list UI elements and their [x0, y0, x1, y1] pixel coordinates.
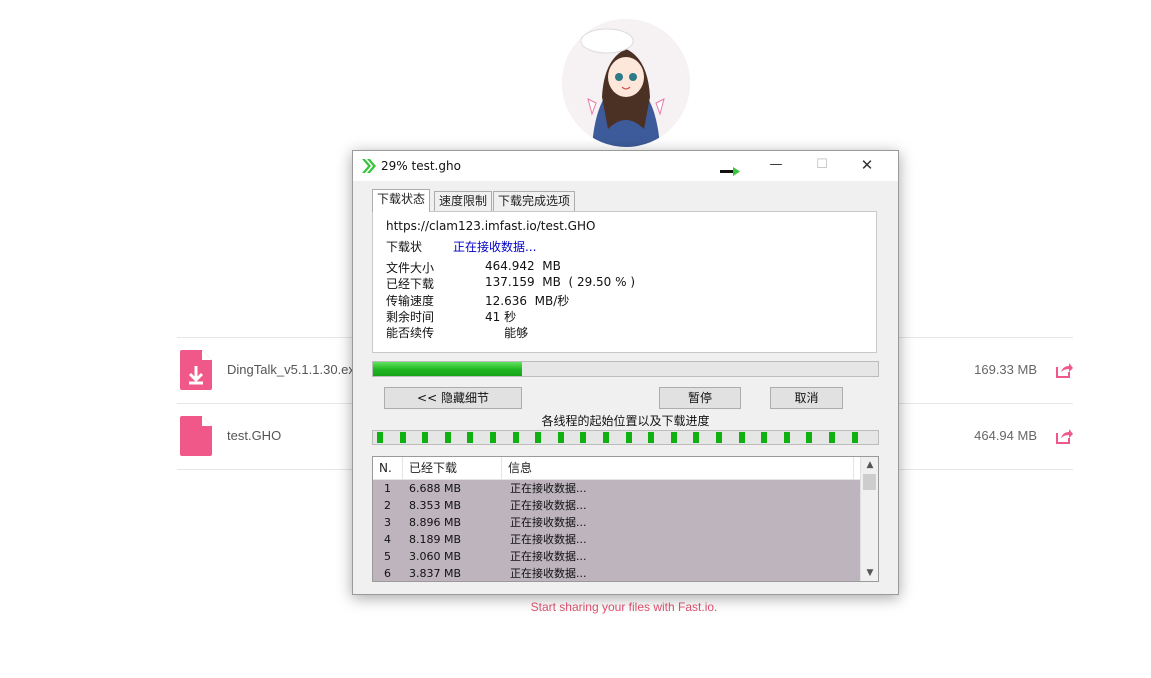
segments-label: 各线程的起始位置以及下载进度 — [541, 414, 710, 428]
scrollbar-thumb[interactable] — [863, 474, 876, 490]
column-header-number[interactable]: N. — [373, 457, 403, 479]
column-header-info[interactable]: 信息 — [502, 457, 854, 479]
time-left-value: 41 秒 — [485, 310, 517, 324]
column-header-downloaded[interactable]: 已经下载 — [403, 457, 502, 479]
title-bar[interactable]: 29% test.gho — ☐ ✕ — [353, 151, 898, 181]
download-url: https://clam123.imfast.io/test.GHO — [386, 219, 596, 233]
thread-downloaded: 3.837 MB — [409, 567, 462, 580]
file-icon — [180, 416, 212, 456]
share-icon[interactable] — [1055, 362, 1073, 378]
transfer-speed-value: 12.636 MB/秒 — [485, 294, 570, 308]
thread-number: 5 — [384, 550, 391, 563]
file-size-label: 文件大小 — [386, 261, 435, 275]
pause-button[interactable]: 暂停 — [659, 387, 741, 409]
table-row[interactable]: 5 3.060 MB 正在接收数据... — [373, 548, 860, 565]
thread-table[interactable]: N. 已经下载 信息 1 6.688 MB 正在接收数据... 2 8.353 … — [372, 456, 879, 582]
thread-segment-marker — [625, 432, 632, 443]
tab-speed-limit[interactable]: 速度限制 — [434, 191, 493, 211]
thread-info: 正在接收数据... — [510, 482, 587, 495]
thread-segment-marker — [851, 432, 858, 443]
window-title: 29% test.gho — [381, 159, 461, 173]
download-progress-bar — [372, 361, 879, 377]
footer-tagline: Start sharing your files with Fast.io. — [530, 600, 718, 614]
thread-downloaded: 8.896 MB — [409, 516, 462, 529]
close-button[interactable]: ✕ — [844, 151, 890, 181]
thread-downloaded: 3.060 MB — [409, 550, 462, 563]
thread-number: 3 — [384, 516, 391, 529]
thread-number: 1 — [384, 482, 391, 495]
thread-info: 正在接收数据... — [510, 499, 587, 512]
table-row[interactable]: 4 8.189 MB 正在接收数据... — [373, 531, 860, 548]
thread-segment-marker — [806, 432, 813, 443]
thread-segment-marker — [512, 432, 519, 443]
thread-segment-marker — [422, 432, 429, 443]
thread-number: 2 — [384, 499, 391, 512]
hide-details-button[interactable]: << 隐藏细节 — [384, 387, 522, 409]
resume-capability-value: 能够 — [485, 326, 529, 340]
table-row[interactable]: 2 8.353 MB 正在接收数据... — [373, 497, 860, 514]
download-dialog: 29% test.gho — ☐ ✕ 下载状态 速度限制 下载完成选项 http… — [352, 150, 899, 595]
scroll-down-arrow-icon[interactable]: ▼ — [861, 565, 878, 581]
thread-info: 正在接收数据... — [510, 550, 587, 563]
table-row[interactable]: 6 3.837 MB 正在接收数据... — [373, 565, 860, 581]
file-name[interactable]: DingTalk_v5.1.1.30.exe — [227, 362, 362, 377]
downloaded-label: 已经下载 — [386, 277, 435, 291]
progress-fill — [373, 362, 522, 376]
time-left-label: 剩余时间 — [386, 310, 435, 324]
share-icon[interactable] — [1055, 428, 1073, 444]
thread-segment-marker — [716, 432, 722, 443]
thread-info: 正在接收数据... — [510, 516, 587, 529]
thread-segment-marker — [648, 432, 655, 443]
maximize-button[interactable]: ☐ — [799, 151, 845, 181]
thread-segment-marker — [761, 432, 768, 443]
table-row[interactable]: 3 8.896 MB 正在接收数据... — [373, 514, 860, 531]
thread-info: 正在接收数据... — [510, 567, 587, 580]
thread-segment-marker — [467, 432, 474, 443]
file-size: 464.94 MB — [974, 428, 1037, 443]
thread-segment-marker — [693, 432, 700, 443]
table-scrollbar[interactable]: ▲ ▼ — [860, 457, 878, 581]
status-label: 下载状 — [386, 240, 423, 254]
file-size: 169.33 MB — [974, 362, 1037, 377]
thread-segments-bar — [372, 430, 879, 445]
status-value: 正在接收数据... — [453, 240, 537, 254]
thread-downloaded: 8.353 MB — [409, 499, 462, 512]
transfer-speed-label: 传输速度 — [386, 294, 435, 308]
thread-number: 6 — [384, 567, 391, 580]
download-status-panel: https://clam123.imfast.io/test.GHO 下载状 正… — [372, 211, 877, 353]
scroll-up-arrow-icon[interactable]: ▲ — [861, 457, 878, 473]
minimize-button[interactable]: — — [753, 151, 799, 181]
profile-avatar — [562, 19, 690, 147]
downloaded-value: 137.159 MB ( 29.50 % ) — [485, 275, 636, 289]
thread-segment-marker — [783, 432, 790, 443]
cancel-button[interactable]: 取消 — [770, 387, 843, 409]
thread-segment-marker — [377, 432, 383, 443]
thread-segment-marker — [399, 432, 406, 443]
table-row[interactable]: 1 6.688 MB 正在接收数据... — [373, 480, 860, 497]
thread-segment-marker — [738, 432, 745, 443]
thread-segment-marker — [670, 432, 677, 443]
tab-completion-options[interactable]: 下载完成选项 — [493, 191, 576, 211]
resume-capability-label: 能否续传 — [386, 326, 435, 340]
thread-downloaded: 6.688 MB — [409, 482, 462, 495]
thread-segment-marker — [603, 432, 609, 443]
thread-info: 正在接收数据... — [510, 533, 587, 546]
thread-downloaded: 8.189 MB — [409, 533, 462, 546]
file-size-value: 464.942 MB — [485, 259, 561, 273]
thread-rows: 1 6.688 MB 正在接收数据... 2 8.353 MB 正在接收数据..… — [373, 480, 860, 581]
thread-segment-marker — [829, 432, 835, 443]
file-name[interactable]: test.GHO — [227, 428, 281, 443]
download-file-icon — [180, 350, 212, 390]
thread-segment-marker — [580, 432, 587, 443]
thread-segment-marker — [490, 432, 496, 443]
thread-segment-marker — [535, 432, 542, 443]
thread-segment-marker — [444, 432, 451, 443]
thread-segment-marker — [557, 432, 564, 443]
minimize-to-tray-icon[interactable] — [720, 167, 742, 177]
thread-number: 4 — [384, 533, 391, 546]
table-header: N. 已经下载 信息 — [373, 457, 860, 480]
tab-download-status[interactable]: 下载状态 — [372, 189, 431, 212]
download-manager-icon — [362, 159, 376, 173]
